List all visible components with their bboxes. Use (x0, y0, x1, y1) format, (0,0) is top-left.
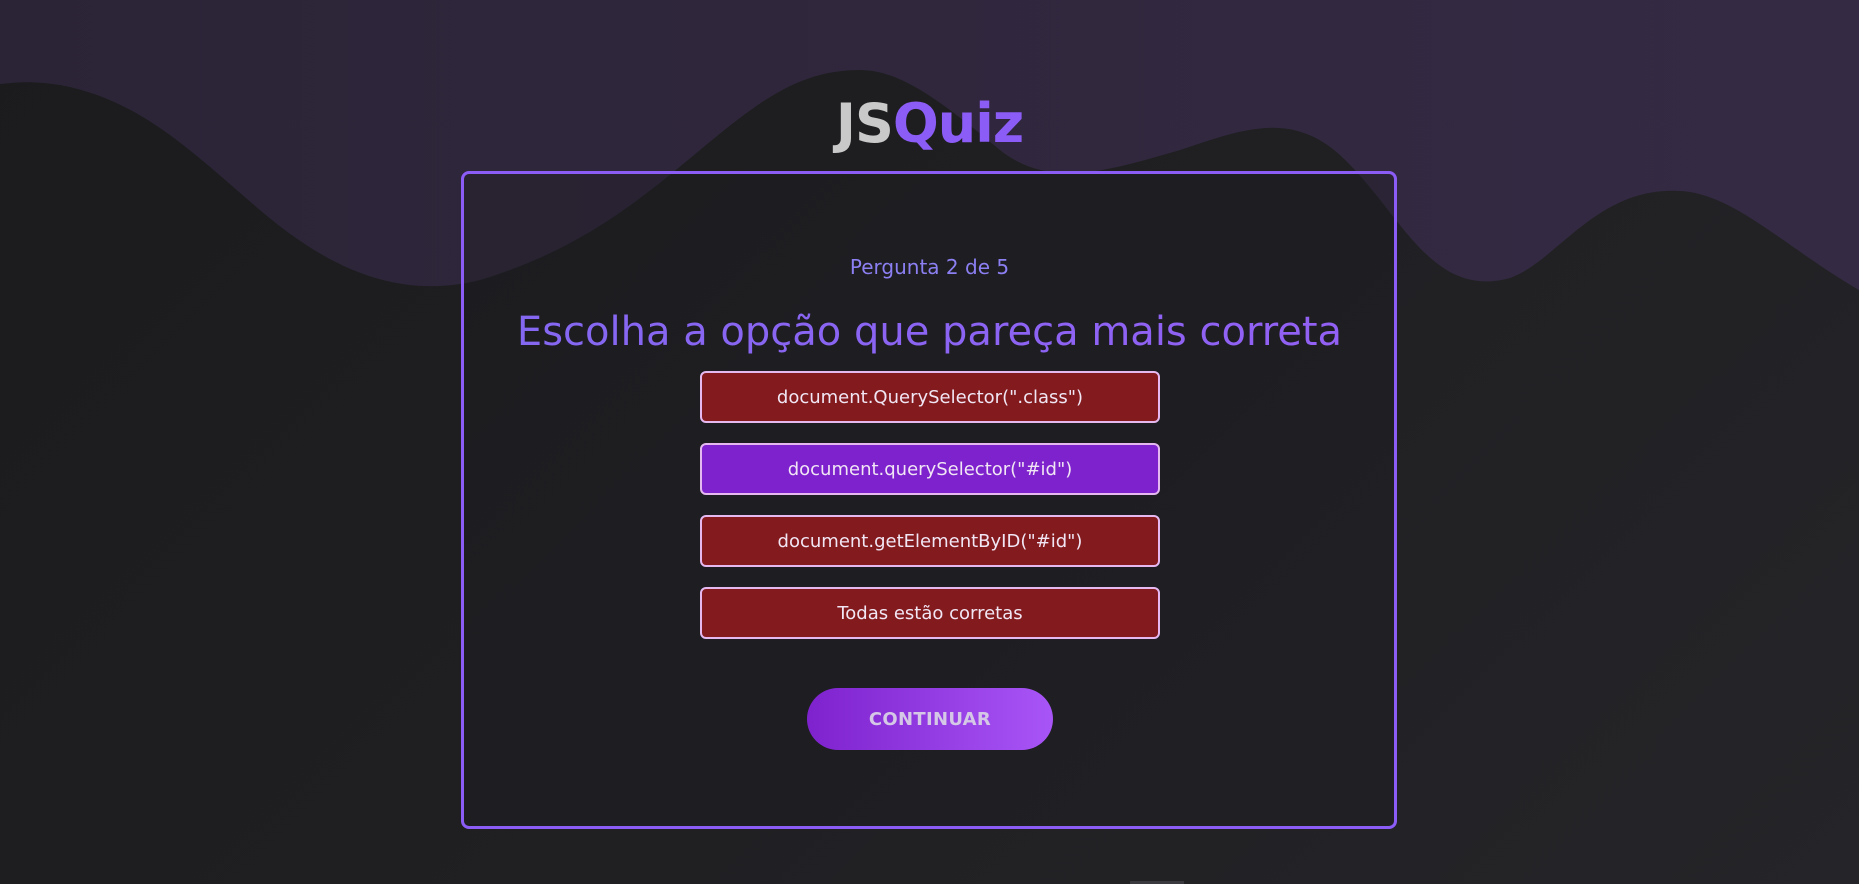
answer-option-1[interactable]: document.QuerySelector(".class") (700, 371, 1160, 423)
question-progress: Pergunta 2 de 5 (849, 255, 1010, 279)
continue-button[interactable]: CONTINUAR (807, 688, 1053, 750)
answer-option-2[interactable]: document.querySelector("#id") (700, 443, 1160, 495)
answer-options: document.QuerySelector(".class") documen… (700, 371, 1160, 659)
answer-option-3[interactable]: document.getElementByID("#id") (700, 515, 1160, 567)
logo-quiz-text: Quiz (892, 92, 1024, 155)
logo-js-text: JS (835, 92, 894, 155)
app-logo: JSQuiz (0, 88, 1859, 160)
answer-option-4[interactable]: Todas estão corretas (700, 587, 1160, 639)
question-title: Escolha a opção que pareça mais correta (0, 302, 1859, 362)
